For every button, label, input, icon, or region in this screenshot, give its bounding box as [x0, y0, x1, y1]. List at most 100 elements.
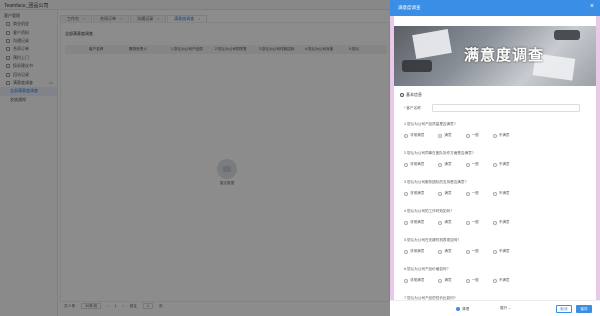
answer-option-label: 满意 [444, 249, 452, 253]
banner-title: 满意度调查 [464, 47, 545, 64]
close-icon[interactable]: × [590, 3, 594, 10]
answer-option[interactable]: 满意 [438, 278, 452, 283]
answer-option[interactable]: 不满意 [492, 191, 510, 196]
answer-options: 非常满意 满意 一般 不满意 [404, 191, 510, 196]
answer-option-label: 一般 [471, 249, 479, 253]
answer-option[interactable]: 不满意 [492, 249, 510, 254]
answer-option[interactable]: 非常满意 [404, 278, 424, 283]
answer-option-label: 不满意 [498, 249, 510, 253]
radio-icon[interactable] [492, 133, 497, 138]
banner-paper [412, 29, 452, 59]
answer-option-label: 非常满意 [410, 133, 425, 137]
survey-question: 4.您认为公司的工作时效如何? [404, 209, 453, 213]
expand-button[interactable]: 展开 ⌄ [500, 306, 511, 311]
survey-question: 3.您认为公司服务团队的支持是否满意? [404, 180, 467, 184]
radio-icon[interactable] [465, 278, 470, 283]
answer-option[interactable]: 满意 [438, 162, 452, 167]
answer-option[interactable]: 非常满意 [404, 162, 424, 167]
status-dot-icon [456, 307, 460, 311]
survey-question: 6.您认为公司产品价格如何? [404, 267, 449, 271]
drawer-title: 满意度调查 [398, 5, 421, 10]
radio-icon[interactable] [438, 249, 443, 254]
cancel-button[interactable]: 取消 [556, 305, 572, 313]
survey-drawer: 满意度调查 × 满意度调查 基本信息 * 客户名称 1.您认为公司产品质量是否满… [390, 0, 600, 316]
radio-icon[interactable] [438, 162, 443, 167]
answer-option[interactable]: 一般 [465, 133, 479, 138]
drawer-header: 满意度调查 × [390, 0, 600, 16]
answer-option-label: 非常满意 [410, 220, 425, 224]
answer-option[interactable]: 满意 [438, 249, 452, 254]
radio-icon[interactable] [465, 133, 470, 138]
survey-banner: 满意度调查 [394, 26, 596, 86]
radio-icon[interactable] [492, 220, 497, 225]
answer-option-label: 一般 [471, 133, 479, 137]
answer-option[interactable]: 一般 [465, 191, 479, 196]
answer-option-label: 满意 [444, 133, 452, 137]
answer-option-label: 不满意 [498, 191, 510, 195]
radio-icon[interactable] [404, 162, 408, 167]
answer-option[interactable]: 不满意 [492, 162, 510, 167]
required-mark: * [404, 106, 406, 110]
answer-option[interactable]: 一般 [465, 249, 479, 254]
customer-name-label: 客户名称 [406, 105, 421, 110]
answer-options: 非常满意 满意 一般 不满意 [404, 220, 510, 225]
radio-icon[interactable] [438, 220, 443, 225]
answer-option[interactable]: 不满意 [492, 278, 510, 283]
radio-icon[interactable] [492, 162, 497, 167]
radio-icon[interactable] [465, 191, 470, 196]
section-title: 基本信息 [406, 92, 422, 97]
radio-icon[interactable] [404, 191, 408, 196]
answer-options: 非常满意 满意 一般 不满意 [404, 278, 510, 283]
save-button[interactable]: 保存 [576, 305, 592, 313]
radio-icon[interactable] [492, 278, 497, 283]
collapse-icon [400, 93, 404, 97]
answer-option-label: 满意 [444, 278, 452, 282]
answer-option[interactable]: 非常满意 [404, 220, 424, 225]
answer-option[interactable]: 一般 [465, 162, 479, 167]
survey-question: 1.您认为公司产品质量是否满意? [404, 122, 456, 126]
answer-option[interactable]: 非常满意 [404, 191, 424, 196]
answer-option[interactable]: 满意 [438, 133, 452, 138]
answer-option-label: 满意 [444, 162, 452, 166]
radio-icon[interactable] [438, 191, 443, 196]
radio-icon[interactable] [492, 249, 497, 254]
answer-option-label: 一般 [471, 191, 479, 195]
answer-option-label: 非常满意 [410, 191, 425, 195]
radio-icon[interactable] [404, 220, 408, 225]
status-label: 清理 [462, 306, 470, 311]
radio-icon[interactable] [465, 220, 470, 225]
drawer-border-right [596, 16, 600, 300]
radio-icon[interactable] [465, 162, 470, 167]
radio-icon[interactable] [404, 133, 408, 138]
answer-option-label: 满意 [444, 220, 452, 224]
answer-option[interactable]: 满意 [438, 220, 452, 225]
radio-icon[interactable] [465, 249, 470, 254]
answer-option[interactable]: 一般 [465, 278, 479, 283]
answer-option-label: 不满意 [498, 278, 510, 282]
section-basic-info[interactable]: 基本信息 [400, 92, 422, 98]
status-toggle[interactable]: 清理 [456, 305, 469, 313]
radio-icon[interactable] [438, 278, 443, 283]
survey-question: 2.您认为公司同事在团队协作方面是否满意? [404, 151, 474, 155]
radio-icon[interactable] [404, 278, 408, 283]
drawer-body[interactable]: 满意度调查 基本信息 * 客户名称 1.您认为公司产品质量是否满意? 非常满意 满意… [394, 16, 596, 300]
radio-icon[interactable] [404, 249, 408, 254]
answer-option-label: 一般 [471, 278, 479, 282]
answer-option-label: 一般 [471, 220, 479, 224]
answer-option[interactable]: 非常满意 [404, 133, 424, 138]
answer-option-label: 不满意 [498, 133, 510, 137]
customer-name-row: * 客户名称 [404, 104, 580, 112]
customer-name-input[interactable] [432, 104, 580, 112]
answer-option[interactable]: 满意 [438, 191, 452, 196]
answer-option[interactable]: 一般 [465, 220, 479, 225]
answer-option[interactable]: 非常满意 [404, 249, 424, 254]
radio-icon[interactable] [438, 133, 443, 138]
radio-icon[interactable] [492, 191, 497, 196]
answer-options: 非常满意 满意 一般 不满意 [404, 162, 510, 167]
answer-option[interactable]: 不满意 [492, 133, 510, 138]
answer-option[interactable]: 不满意 [492, 220, 510, 225]
survey-question: 5.您认为公司在关键时刻表现如何? [404, 238, 460, 242]
answer-options: 非常满意 满意 一般 不满意 [404, 133, 510, 138]
answer-option-label: 非常满意 [410, 162, 425, 166]
answer-option-label: 一般 [471, 162, 479, 166]
